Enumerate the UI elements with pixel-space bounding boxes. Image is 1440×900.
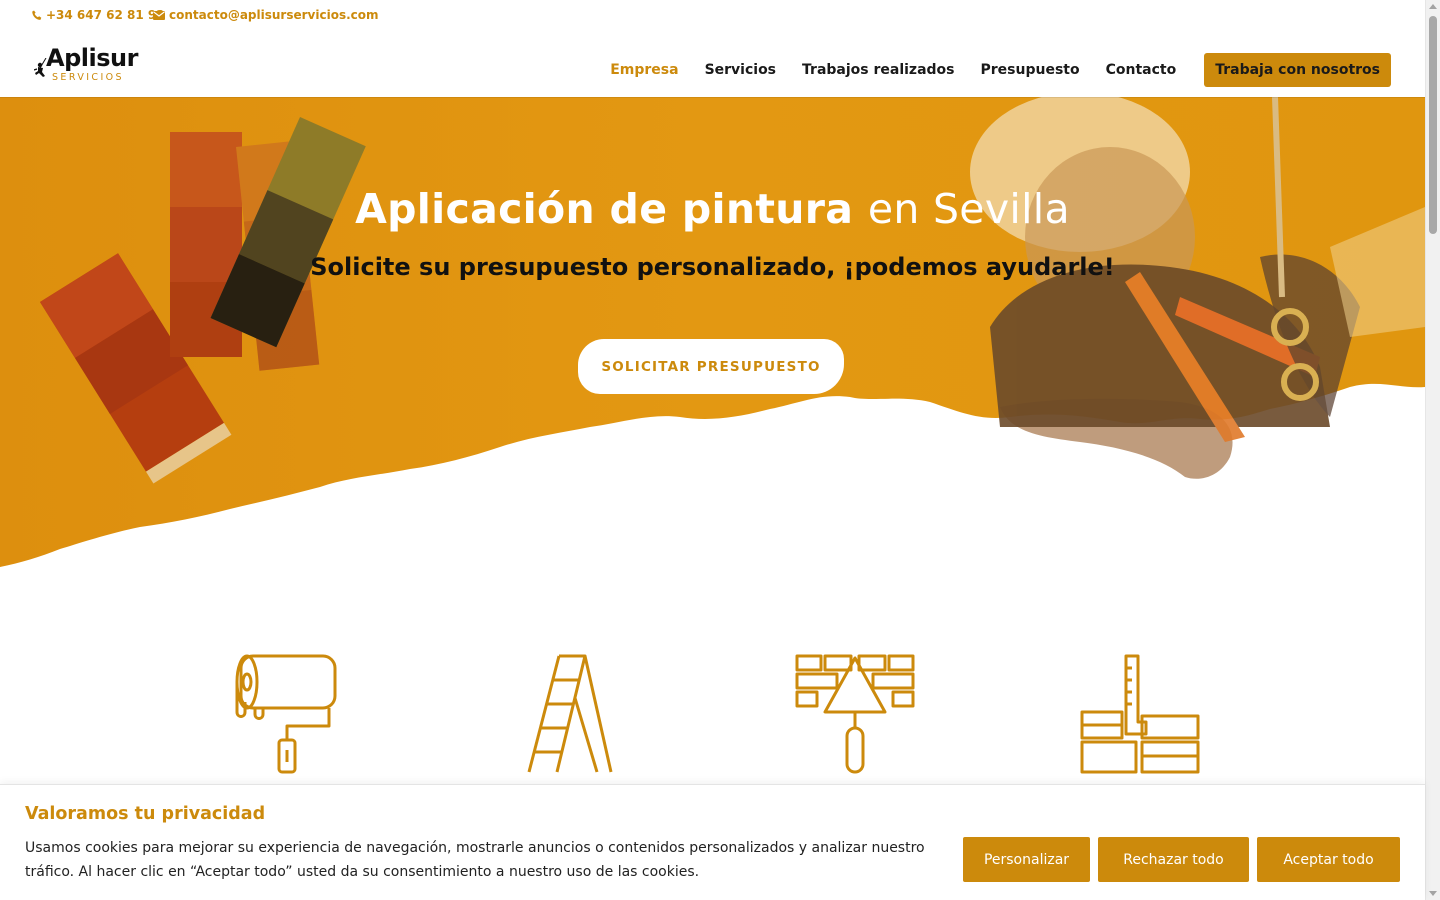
hero-title-bold: Aplicación de pintura <box>355 185 854 233</box>
page-scrollbar[interactable] <box>1425 0 1440 900</box>
cookie-consent-banner: Valoramos tu privacidad Usamos cookies p… <box>0 784 1425 900</box>
phone-number: +34 647 62 81 92 <box>46 8 165 22</box>
phone-icon <box>32 10 42 21</box>
scrollbar-thumb[interactable] <box>1429 16 1437 234</box>
top-contact-bar: +34 647 62 81 92 contacto@aplisurservici… <box>0 0 1425 32</box>
nav-item-empresa[interactable]: Empresa <box>610 62 678 78</box>
reject-all-button[interactable]: Rechazar todo <box>1098 837 1249 882</box>
brand-name: Aplisur <box>46 44 138 72</box>
email-link[interactable]: contacto@aplisurservicios.com <box>153 8 379 22</box>
ladder-icon <box>527 650 613 778</box>
site-header: Aplisur SERVICIOS Empresa Servicios Trab… <box>0 32 1425 97</box>
square-ruler-bricks-icon <box>1080 650 1200 778</box>
hero-subtitle: Solicite su presupuesto personalizado, ¡… <box>310 253 1115 281</box>
trowel-bricks-icon <box>795 650 915 778</box>
nav-item-presupuesto[interactable]: Presupuesto <box>981 62 1080 78</box>
mail-icon <box>153 10 165 20</box>
accept-all-button[interactable]: Aceptar todo <box>1257 837 1400 882</box>
scroll-down-arrow[interactable] <box>1429 891 1437 896</box>
scroll-up-arrow[interactable] <box>1429 4 1437 9</box>
main-nav: Empresa Servicios Trabajos realizados Pr… <box>584 53 1391 87</box>
nav-item-contacto[interactable]: Contacto <box>1106 62 1177 78</box>
hero-background <box>0 97 1425 567</box>
request-quote-button[interactable]: SOLICITAR PRESUPUESTO <box>578 339 844 394</box>
hero-title-light: en Sevilla <box>867 185 1070 233</box>
nav-item-servicios[interactable]: Servicios <box>705 62 776 78</box>
phone-link[interactable]: +34 647 62 81 92 <box>32 8 165 22</box>
work-with-us-button[interactable]: Trabaja con nosotros <box>1204 53 1391 87</box>
brand-subtitle: SERVICIOS <box>52 72 124 83</box>
services-icons-row <box>0 650 1425 780</box>
email-address: contacto@aplisurservicios.com <box>169 8 379 22</box>
hero-section: Aplicación de pintura en Sevilla Solicit… <box>0 97 1425 572</box>
nav-item-trabajos-realizados[interactable]: Trabajos realizados <box>802 62 954 78</box>
hero-title: Aplicación de pintura en Sevilla <box>0 185 1425 233</box>
cookie-title: Valoramos tu privacidad <box>25 804 266 824</box>
paint-roller-icon <box>233 650 339 778</box>
customize-cookies-button[interactable]: Personalizar <box>963 837 1090 882</box>
cookie-text: Usamos cookies para mejorar su experienc… <box>25 840 925 880</box>
site-logo[interactable]: Aplisur SERVICIOS <box>33 44 144 84</box>
